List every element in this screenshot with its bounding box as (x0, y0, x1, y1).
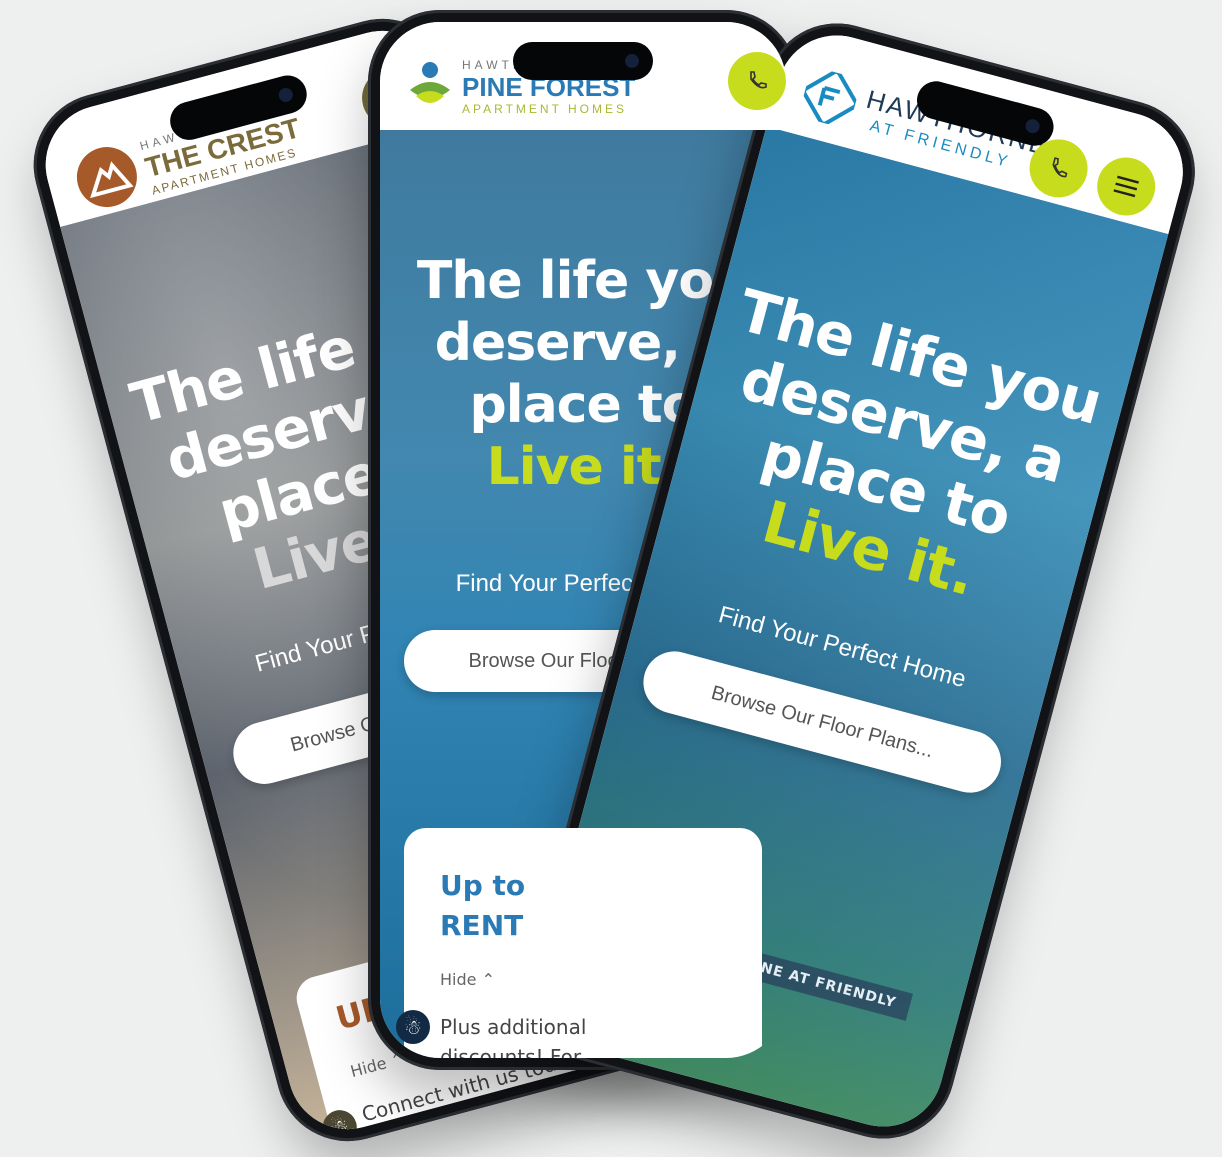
phone-icon (750, 71, 767, 89)
promo-card: Up to RENT Hide ⌃ Plus additional discou… (404, 828, 762, 1058)
phone-icon (1052, 157, 1068, 178)
friendly-logo-mark (798, 66, 862, 130)
crest-logo-mark (70, 140, 144, 214)
hide-toggle[interactable]: Hide ⌃ (440, 970, 495, 989)
brand-sub: APARTMENT HOMES (462, 102, 628, 116)
promo-body: Plus additional discounts! For (440, 1015, 587, 1058)
menu-icon (1113, 175, 1139, 198)
accessibility-icon: ☃ (327, 1113, 352, 1142)
accessibility-button[interactable]: ☃ (396, 1010, 430, 1044)
menu-button[interactable] (1090, 150, 1162, 222)
pine-logo-mark (402, 56, 458, 112)
chevron-up-icon: ⌃ (481, 970, 495, 989)
dynamic-island (513, 42, 653, 80)
promo-title: Up to RENT (440, 869, 526, 942)
phone-button[interactable] (728, 52, 786, 110)
accessibility-icon: ☃ (404, 1015, 422, 1039)
